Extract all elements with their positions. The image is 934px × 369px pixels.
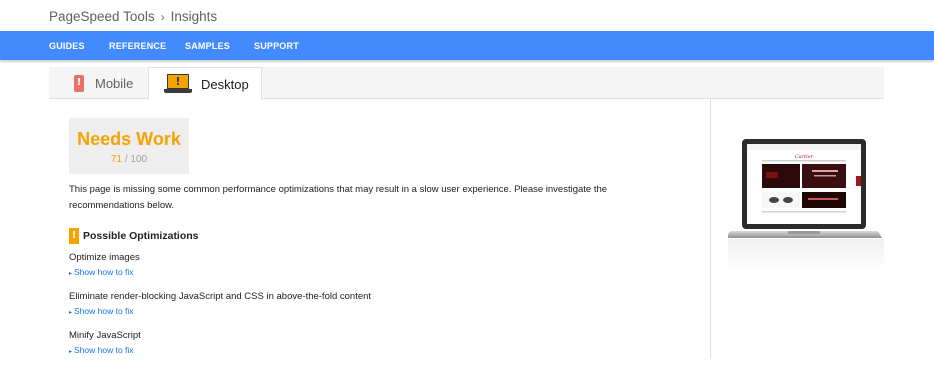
rule-render-blocking: Eliminate render-blocking JavaScript and… (69, 291, 371, 316)
tab-mobile[interactable]: Mobile (74, 67, 148, 99)
rule-minify-javascript: Minify JavaScript ▸ Show how to fix (69, 330, 141, 355)
breadcrumb-insights[interactable]: Insights (171, 9, 218, 24)
laptop-icon (164, 74, 192, 94)
breadcrumb: PageSpeed Tools › Insights (49, 9, 217, 24)
rule-link-label: Show how to fix (74, 267, 134, 277)
rule-link-label: Show how to fix (74, 345, 134, 355)
optimizations-heading-label: Possible Optimizations (83, 230, 199, 242)
rule-optimize-images: Optimize images ▸ Show how to fix (69, 252, 140, 277)
rule-title: Minify JavaScript (69, 330, 141, 341)
warning-icon (69, 228, 79, 244)
tab-mobile-label: Mobile (95, 75, 134, 91)
preview-logo: Cartier (795, 154, 814, 160)
score-value: 71 (110, 154, 123, 165)
bullet-icon: ▸ (69, 271, 73, 277)
score-max: 100 (130, 154, 148, 165)
breadcrumb-pagespeed-tools[interactable]: PageSpeed Tools (49, 9, 155, 24)
nav-guides[interactable]: GUIDES (49, 41, 85, 51)
nav-bar: GUIDES REFERENCE SAMPLES SUPPORT (0, 31, 934, 60)
score-badge: Needs Work 71 / 100 (69, 118, 189, 174)
top-header: PageSpeed Tools › Insights (0, 0, 934, 31)
rule-link-label: Show how to fix (74, 306, 134, 316)
bullet-icon: ▸ (69, 310, 73, 316)
show-how-to-fix-link[interactable]: ▸ Show how to fix (69, 345, 141, 355)
tab-desktop-label: Desktop (201, 76, 249, 92)
bullet-icon: ▸ (69, 349, 73, 355)
optimizations-heading: Possible Optimizations (69, 228, 199, 244)
show-how-to-fix-link[interactable]: ▸ Show how to fix (69, 306, 371, 316)
nav-samples[interactable]: SAMPLES (185, 41, 230, 51)
rule-title: Eliminate render-blocking JavaScript and… (69, 291, 372, 302)
column-divider (710, 99, 711, 359)
summary-text: This page is missing some common perform… (69, 184, 608, 211)
score-verdict: Needs Work (77, 129, 181, 149)
desktop-screenshot-preview: Cartier (726, 138, 884, 270)
nav-reference[interactable]: REFERENCE (109, 41, 166, 51)
score-line: 71 / 100 (69, 154, 189, 165)
nav-support[interactable]: SUPPORT (254, 41, 299, 51)
rule-title: Optimize images (69, 252, 140, 263)
device-tabs: Mobile Desktop (49, 67, 884, 100)
show-how-to-fix-link[interactable]: ▸ Show how to fix (69, 267, 140, 277)
tab-desktop[interactable]: Desktop (148, 67, 262, 100)
chevron-right-icon: › (160, 9, 165, 24)
laptop-preview-image: Cartier (726, 139, 884, 269)
mobile-phone-icon (74, 74, 84, 92)
